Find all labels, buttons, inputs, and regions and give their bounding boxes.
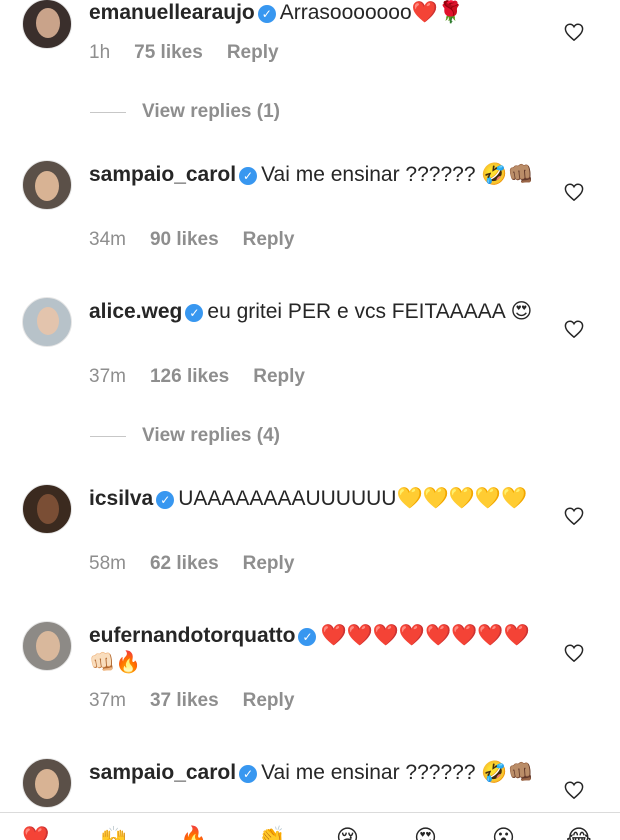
comment-meta: 37m 37 likes Reply [89,690,318,712]
comment-text: sampaio_carol ✓ Vai me ensinar ?????? 🤣👊🏽 [89,759,539,786]
view-replies-button[interactable]: View replies (1) [90,100,280,124]
comment-likes[interactable]: 62 likes [150,553,219,574]
divider [90,111,126,113]
avatar[interactable] [22,0,72,49]
verified-badge-icon: ✓ [257,5,276,23]
comment-time: 34m [89,229,126,250]
like-comment-button[interactable] [562,20,586,44]
comment-time: 37m [89,366,126,387]
heart-outline-icon [564,644,584,662]
verified-badge-icon: ✓ [239,765,258,783]
like-comment-button[interactable] [562,317,586,341]
comment-body: UAAAAAAAAUUUUUU💛💛💛💛💛 [178,487,528,510]
comment-text: eufernandotorquatto ✓ ❤️❤️❤️❤️❤️❤️❤️❤️👊🏻🔥 [89,622,539,676]
comment-username[interactable]: icsilva [89,487,153,510]
heart-outline-icon [564,183,584,201]
heart-outline-icon [564,507,584,525]
view-replies-label: View replies (1) [142,101,280,122]
comment-time: 37m [89,690,126,711]
comment-likes[interactable]: 90 likes [150,229,219,250]
avatar-face [36,8,60,38]
comment-username[interactable]: emanuellearaujo [89,1,255,24]
comment-text: emanuellearaujo ✓ Arrasooooooo❤️🌹 [89,0,539,26]
verified-badge-icon: ✓ [185,304,204,322]
like-comment-button[interactable] [562,504,586,528]
reaction-clap-icon[interactable]: 👏 [258,827,285,840]
comment-likes[interactable]: 75 likes [134,42,203,63]
comment-body: Vai me ensinar ?????? 🤣👊🏽 [261,163,534,186]
avatar[interactable] [22,160,72,210]
avatar-face [36,631,60,661]
divider [90,435,126,437]
comment-time: 1h [89,42,111,63]
avatar[interactable] [22,621,72,671]
reply-button[interactable]: Reply [253,366,305,387]
comment-body: eu gritei PER e vcs FEITAAAAA 😍 [207,300,533,323]
comment-body: Arrasooooooo❤️🌹 [279,1,464,24]
avatar[interactable] [22,297,72,347]
reply-button[interactable]: Reply [243,553,295,574]
comment-likes[interactable]: 37 likes [150,690,219,711]
comment-meta: 1h 75 likes Reply [89,42,303,64]
like-comment-button[interactable] [562,641,586,665]
comment-text: icsilva ✓ UAAAAAAAAUUUUUU💛💛💛💛💛 [89,485,539,512]
like-comment-button[interactable] [562,180,586,204]
avatar-face [35,769,59,799]
like-comment-button[interactable] [562,778,586,802]
comment-username[interactable]: alice.weg [89,300,182,323]
quick-reaction-bar: ❤️ 🙌 🔥 👏 😢 😍 😮 😂 [0,812,620,840]
comment-time: 58m [89,553,126,574]
reaction-laugh-icon[interactable]: 😂 [566,827,592,840]
view-replies-label: View replies (4) [142,425,280,446]
comment-meta: 37m 126 likes Reply [89,366,329,388]
comment-body: Vai me ensinar ?????? 🤣👊🏽 [261,761,534,784]
comment-text: alice.weg ✓ eu gritei PER e vcs FEITAAAAA … [89,298,539,325]
reply-button[interactable]: Reply [227,42,279,63]
comment-username[interactable]: sampaio_carol [89,163,236,186]
heart-outline-icon [564,320,584,338]
reaction-heart-icon[interactable]: ❤️ [22,827,49,840]
comment-username[interactable]: eufernandotorquatto [89,624,295,647]
avatar-face [37,307,59,335]
avatar-face [35,171,59,201]
comment-text: sampaio_carol ✓ Vai me ensinar ?????? 🤣👊🏽 [89,161,539,188]
comment-meta: 58m 62 likes Reply [89,553,318,575]
verified-badge-icon: ✓ [298,628,317,646]
verified-badge-icon: ✓ [156,491,175,509]
comment-username[interactable]: sampaio_carol [89,761,236,784]
heart-outline-icon [564,23,584,41]
reaction-surprised-icon[interactable]: 😮 [492,827,515,840]
avatar-face [37,494,59,524]
avatar[interactable] [22,758,72,808]
reaction-raised-hands-icon[interactable]: 🙌 [100,827,127,840]
comment-likes[interactable]: 126 likes [150,366,229,387]
reaction-cry-icon[interactable]: 😢 [336,827,359,840]
reaction-fire-icon[interactable]: 🔥 [180,827,207,840]
heart-outline-icon [564,781,584,799]
view-replies-button[interactable]: View replies (4) [90,424,280,448]
reply-button[interactable]: Reply [243,229,295,250]
avatar[interactable] [22,484,72,534]
verified-badge-icon: ✓ [239,167,258,185]
reaction-heart-eyes-icon[interactable]: 😍 [414,827,437,840]
comment-meta: 34m 90 likes Reply [89,229,318,251]
reply-button[interactable]: Reply [243,690,295,711]
